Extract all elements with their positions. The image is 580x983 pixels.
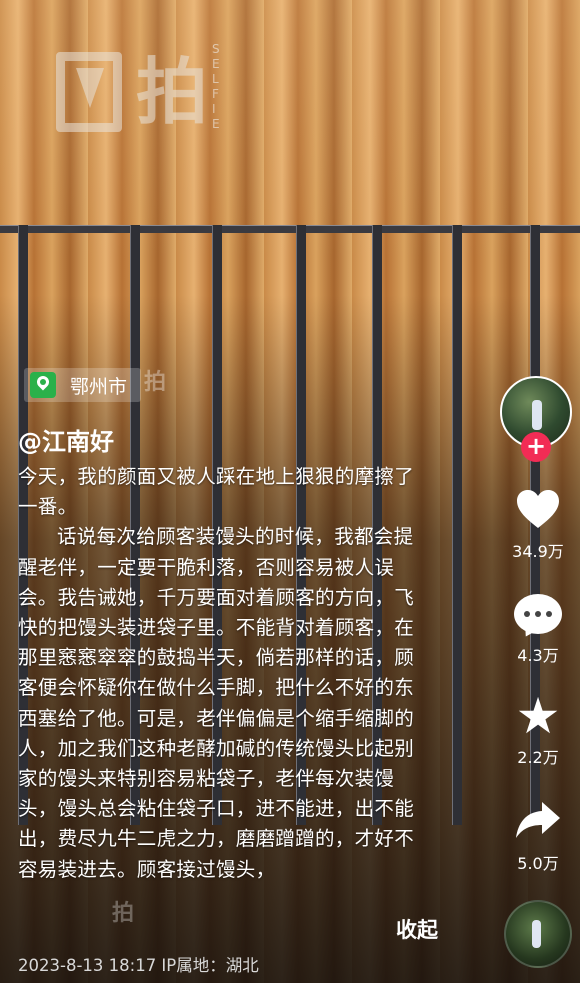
caption-line: 今天，我的颜面又被人踩在地上狠狠的摩擦了一番。 bbox=[18, 465, 415, 519]
comment-action[interactable]: 4.3万 bbox=[500, 594, 576, 666]
favorite-action[interactable]: ★ 2.2万 bbox=[500, 687, 576, 768]
share-arrow-icon bbox=[516, 802, 560, 838]
comment-count: 4.3万 bbox=[517, 646, 559, 665]
avatar-figure bbox=[532, 400, 542, 430]
watermark-selfie: SELFIE bbox=[212, 42, 226, 131]
caption-paragraph: 话说每次给顾客装馒头的时候，我都会提醒老伴，一定要干脆利落，否则容易被人误会。我… bbox=[18, 525, 415, 881]
share-action[interactable]: 5.0万 bbox=[500, 798, 576, 874]
rack-bar bbox=[0, 225, 580, 233]
location-chip[interactable]: 鄂州市 bbox=[24, 368, 142, 402]
watermark-logo: 拍 bbox=[52, 44, 212, 140]
comment-icon bbox=[514, 594, 562, 641]
watermark-small: 拍 bbox=[144, 370, 167, 395]
star-icon: ★ bbox=[515, 687, 561, 745]
follow-button[interactable]: + bbox=[521, 432, 551, 462]
location-label: 鄂州市 bbox=[70, 375, 128, 398]
like-count: 34.9万 bbox=[512, 542, 564, 561]
video-caption[interactable]: 今天，我的颜面又被人踩在地上狠狠的摩擦了一番。 话说每次给顾客装馒头的时候，我都… bbox=[18, 462, 428, 914]
rack-bar bbox=[452, 225, 462, 825]
collapse-button[interactable]: 收起 bbox=[396, 914, 438, 944]
watermark-bolt-icon bbox=[76, 68, 104, 108]
favorite-count: 2.2万 bbox=[517, 748, 559, 767]
post-meta: 2023-8-13 18:17 IP属地：湖北 bbox=[18, 956, 259, 975]
music-disc-figure bbox=[532, 920, 541, 948]
heart-icon bbox=[517, 490, 559, 528]
location-pin-icon bbox=[30, 372, 56, 398]
music-disc[interactable] bbox=[504, 900, 572, 968]
share-count: 5.0万 bbox=[517, 854, 559, 873]
like-action[interactable]: 34.9万 bbox=[500, 488, 576, 562]
author-name[interactable]: @江南好 bbox=[18, 422, 114, 457]
watermark-brand-text: 拍 bbox=[136, 50, 209, 134]
